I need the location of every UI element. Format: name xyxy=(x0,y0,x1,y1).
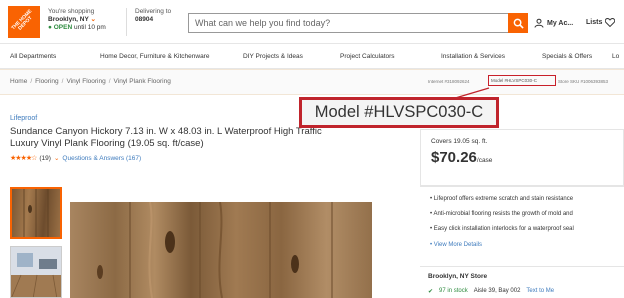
page: THE HOME DEPOT You're shopping Brooklyn,… xyxy=(0,0,624,298)
callout-connector xyxy=(451,87,490,100)
model-number-callout: Model #HLVSPC030-C xyxy=(299,97,499,128)
